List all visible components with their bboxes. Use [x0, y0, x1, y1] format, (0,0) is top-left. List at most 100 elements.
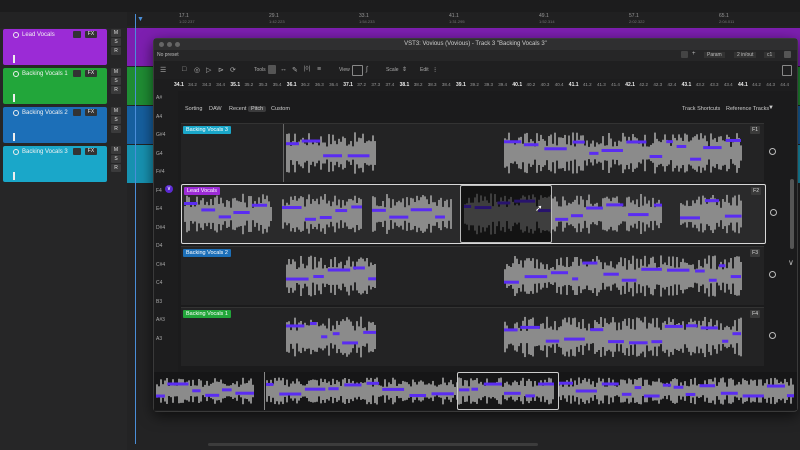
record-arm-icon[interactable]: [13, 149, 19, 155]
tab-recent[interactable]: Recent: [226, 106, 249, 112]
pitch-note[interactable]: [523, 143, 539, 147]
vst-plugin-window[interactable]: VST3: Vovious (Vovious) - Track 3 "Backi…: [153, 38, 798, 412]
track-level-fader[interactable]: [13, 94, 15, 102]
close-button[interactable]: [159, 42, 164, 47]
chevron-down-icon[interactable]: ∨: [788, 258, 794, 267]
pitch-note[interactable]: [524, 275, 548, 279]
preset-add-button[interactable]: [681, 51, 688, 58]
pitch-note[interactable]: [571, 214, 583, 218]
mute-button[interactable]: M: [111, 68, 121, 76]
pitch-note[interactable]: [582, 261, 598, 265]
pitch-note[interactable]: [286, 142, 300, 146]
overview-strip[interactable]: [154, 372, 797, 410]
zoom-button[interactable]: [175, 42, 180, 47]
pitch-note[interactable]: [680, 216, 700, 220]
tab-pitch[interactable]: Pitch: [248, 106, 267, 112]
param-button[interactable]: Param: [704, 52, 725, 58]
plugin-titlebar[interactable]: VST3: Vovious (Vovious) - Track 3 "Backi…: [154, 39, 797, 50]
pitch-note[interactable]: [666, 140, 673, 144]
tab-custom[interactable]: Custom: [268, 106, 293, 112]
pitch-note[interactable]: [184, 202, 198, 206]
pitch-note[interactable]: [321, 335, 328, 339]
track-header[interactable]: Backing Vocals 1 FX: [3, 68, 107, 104]
lane-label[interactable]: Backing Vocals 2: [183, 249, 231, 257]
pitch-note[interactable]: [304, 217, 316, 221]
in-out-button[interactable]: 2 in/out: [734, 52, 757, 58]
track-lane[interactable]: Lead Vocals F2 ➚: [181, 184, 777, 244]
pitch-note[interactable]: [601, 382, 619, 386]
loop-icon[interactable]: ⟳: [230, 66, 236, 74]
reference-tracks-link[interactable]: Reference Tracks: [726, 106, 769, 112]
pitch-note[interactable]: [766, 384, 785, 388]
preset-plus-icon[interactable]: +: [692, 51, 696, 57]
pitch-note[interactable]: [590, 328, 604, 332]
pitch-note[interactable]: [564, 337, 585, 341]
pitch-note[interactable]: [504, 140, 522, 144]
dropdown-chevron-icon[interactable]: ▼: [768, 105, 774, 111]
pitch-note[interactable]: [323, 154, 343, 158]
pitch-note[interactable]: [545, 339, 560, 343]
pitch-note[interactable]: [629, 341, 648, 345]
stop-icon[interactable]: □: [182, 66, 186, 73]
pitch-note[interactable]: [319, 215, 332, 219]
pitch-note[interactable]: [389, 215, 409, 219]
selection-region[interactable]: [460, 185, 552, 243]
pitch-note[interactable]: [156, 394, 165, 398]
pitch-note[interactable]: [572, 140, 585, 144]
pitch-note[interactable]: [410, 208, 432, 212]
track-lane[interactable]: Backing Vocals 3 F1: [181, 123, 776, 182]
lane-radio-icon[interactable]: [769, 271, 776, 278]
record-arm-icon[interactable]: [13, 32, 19, 38]
panel-toggle-icon[interactable]: [782, 65, 792, 76]
record-button[interactable]: R: [111, 164, 121, 172]
pitch-note[interactable]: [555, 217, 569, 221]
pitch-note[interactable]: [685, 392, 696, 396]
pitch-note[interactable]: [699, 384, 716, 388]
track-level-fader[interactable]: [13, 55, 15, 63]
pitch-note[interactable]: [327, 268, 351, 272]
pitch-note[interactable]: [372, 208, 386, 212]
pitch-note[interactable]: [431, 392, 454, 396]
pitch-note[interactable]: [730, 275, 741, 279]
track-header[interactable]: Backing Vocals 3 FX: [3, 146, 107, 182]
pitch-note[interactable]: [673, 385, 684, 389]
pitch-note[interactable]: [344, 383, 362, 387]
track-level-fader[interactable]: [13, 172, 15, 180]
pitch-note[interactable]: [233, 211, 250, 215]
pitch-note[interactable]: [634, 386, 642, 390]
pitch-note[interactable]: [282, 206, 302, 210]
pitch-note[interactable]: [649, 154, 663, 158]
select-tool-icon[interactable]: [268, 65, 276, 74]
solo-button[interactable]: S: [111, 38, 121, 46]
record-arm-icon[interactable]: [13, 110, 19, 116]
track-header[interactable]: Backing Vocals 2 FX: [3, 107, 107, 143]
pitch-note[interactable]: [544, 147, 567, 151]
pitch-note[interactable]: [651, 340, 663, 344]
pitch-note[interactable]: [313, 275, 324, 279]
pitch-note[interactable]: [703, 146, 722, 150]
pitch-note[interactable]: [603, 272, 619, 276]
pitch-note[interactable]: [368, 277, 376, 281]
pitch-note[interactable]: [732, 332, 741, 336]
pitch-note[interactable]: [676, 144, 687, 148]
pitch-note[interactable]: [218, 215, 232, 219]
pitch-note[interactable]: [353, 266, 365, 270]
pitch-note[interactable]: [201, 208, 216, 212]
pitch-note[interactable]: [718, 264, 726, 268]
pitch-note[interactable]: [192, 389, 201, 393]
pitch-note[interactable]: [643, 394, 660, 398]
edit-options-icon[interactable]: ⁝: [434, 66, 436, 74]
pitch-note[interactable]: [724, 214, 742, 218]
fx-button[interactable]: FX: [85, 148, 97, 155]
play-icon[interactable]: ▷: [206, 66, 211, 74]
horizontal-scrollbar[interactable]: [208, 443, 538, 446]
snap-stepper-icon[interactable]: ⇕: [402, 66, 407, 73]
pitch-note[interactable]: [351, 205, 362, 209]
pitch-note[interactable]: [725, 138, 741, 142]
track-level-fader[interactable]: [13, 133, 15, 141]
pitch-note[interactable]: [251, 203, 268, 207]
solo-button[interactable]: S: [111, 77, 121, 85]
pitch-note[interactable]: [572, 277, 579, 281]
pitch-note[interactable]: [626, 140, 647, 144]
pitch-note[interactable]: [601, 148, 623, 152]
